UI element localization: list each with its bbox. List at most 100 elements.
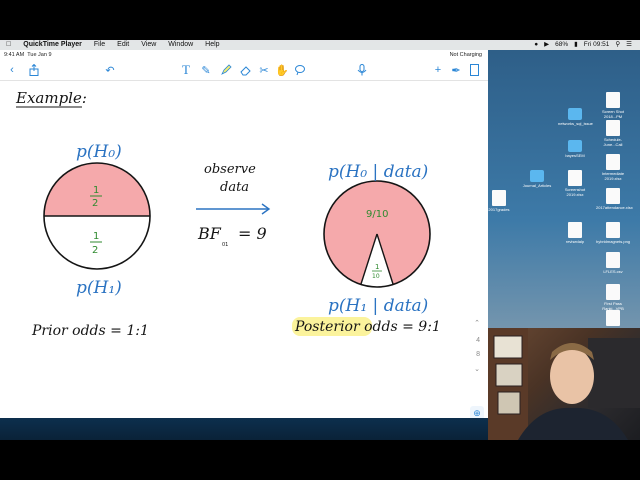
desktop-icon[interactable]: First Pass Ranki...VPB [596, 284, 630, 311]
file-icon [606, 284, 620, 300]
battery-percent[interactable]: 68% [555, 40, 568, 50]
posterior-small-num: 1 [375, 263, 379, 271]
text-tool-icon[interactable]: T [178, 62, 194, 78]
screen:  QuickTime Player File Edit View Window… [0, 40, 640, 440]
note-heading: Example: [15, 89, 87, 107]
device-time: 9:41 AM [4, 52, 25, 58]
file-icon [568, 170, 582, 186]
desktop-icon-label: bayesSEM [565, 153, 585, 158]
eraser-icon[interactable] [238, 62, 254, 78]
desktop-icon[interactable]: Journal_Articles [520, 170, 554, 188]
pen-icon[interactable]: ✎ [198, 62, 214, 78]
bf-value: = 9 [238, 224, 267, 243]
desktop-icon-label: networks_sql_issue [558, 121, 593, 126]
prior-bottom-den: 2 [92, 245, 98, 256]
folder-icon [568, 108, 582, 120]
posterior-h1-label: p(H₁ | data) [328, 296, 428, 316]
apple-icon[interactable]:  [0, 40, 17, 50]
desktop-icon[interactable]: revisedalp [558, 222, 592, 244]
menu-file[interactable]: File [88, 40, 111, 50]
file-icon [606, 92, 620, 108]
desktop-icon[interactable]: 2017attendance.xlsx [596, 188, 633, 210]
observe-arrow [196, 203, 271, 215]
search-icon[interactable]: ⚲ [615, 40, 620, 50]
folder-icon [530, 170, 544, 182]
desktop-icon-label: Schedule-June...Call [603, 137, 623, 147]
scroll-down-icon[interactable]: ⌄ [474, 365, 480, 373]
bf-subscript: 01 [222, 242, 228, 248]
lasso-icon[interactable] [292, 62, 308, 78]
desktop-icon[interactable]: Screenshot 2019.xlsx [558, 170, 592, 197]
menu-view[interactable]: View [135, 40, 162, 50]
desktop-icon-label: 2017grades [488, 207, 510, 212]
file-icon [606, 154, 620, 170]
app-menu[interactable]: QuickTime Player [17, 40, 88, 50]
scissors-icon[interactable]: ✂ [256, 62, 272, 78]
desktop-icon-label: Screen Shot 2018...PM [601, 109, 624, 119]
battery-icon[interactable]: ▮ [574, 40, 578, 50]
file-icon [606, 252, 620, 268]
menu-help[interactable]: Help [199, 40, 225, 50]
posterior-odds: Posterior odds = 9:1 [294, 319, 441, 335]
prior-odds: Prior odds = 1:1 [31, 323, 149, 339]
folder-icon [568, 140, 582, 152]
page-number-total: 8 [476, 351, 480, 358]
clock[interactable]: Fri 09:51 [584, 40, 610, 50]
menu-window[interactable]: Window [162, 40, 199, 50]
prior-top-den: 2 [92, 198, 98, 209]
bf-label: BF [197, 224, 222, 243]
desktop-icon-label: hybridmagnets.png [596, 239, 631, 244]
posterior-big-fraction: 9/10 [366, 209, 388, 220]
prior-bottom-num: 1 [93, 231, 99, 242]
menu-edit[interactable]: Edit [111, 40, 135, 50]
desktop-icon[interactable]: 2017grades [482, 190, 516, 212]
desktop-icon[interactable]: hybridmagnets.png [596, 222, 630, 244]
desktop-icon[interactable]: Screen Shot 2018...PM [596, 92, 630, 119]
arrow-label-data: data [220, 180, 249, 195]
posterior-h0-label: p(H₀ | data) [328, 162, 428, 182]
add-icon[interactable]: + [430, 62, 446, 78]
file-icon [606, 222, 620, 238]
desktop-icon[interactable]: Schedule-June...Call [596, 120, 630, 147]
desktop-icon[interactable]: LFLES.csv [596, 252, 630, 274]
desktop-icon-label: LFLES.csv [603, 269, 623, 274]
undo-icon[interactable]: ↶ [102, 62, 118, 78]
dock-strip [0, 418, 488, 440]
device-status-bar: 9:41 AM Tue Jan 9 Not Charging [0, 50, 488, 60]
desktop-icon[interactable]: networks_sql_issue [558, 108, 593, 126]
desktop-icon[interactable]: Intermediate 2019.xlsx [596, 154, 630, 181]
prior-h1-label: p(H₁) [76, 278, 122, 298]
note-canvas[interactable]: Example: p(H₀) 1 2 1 2 p(H₁) Prior odds … [0, 81, 488, 426]
desktop-icon-label: Journal_Articles [522, 183, 552, 188]
microphone-icon[interactable] [354, 62, 370, 78]
share-icon[interactable] [26, 62, 42, 78]
device-date: Tue Jan 9 [27, 52, 52, 58]
file-icon [606, 120, 620, 136]
file-icon [568, 222, 582, 238]
menu-bar:  QuickTime Player File Edit View Window… [0, 40, 640, 50]
back-icon[interactable]: ‹ [4, 62, 20, 78]
file-icon [606, 310, 620, 326]
control-center-icon[interactable]: ☰ [626, 40, 632, 50]
highlighter-icon[interactable] [218, 62, 234, 78]
desktop-icon-label: revisedalp [565, 239, 585, 244]
notes-toolbar: ‹ ↶ T ✎ ✂ ✋ + ✒ [0, 60, 488, 81]
posterior-small-den: 10 [372, 273, 380, 280]
hand-icon[interactable]: ✋ [274, 62, 290, 78]
desktop-icon[interactable]: bayesSEM [558, 140, 592, 158]
arrow-label-observe: observe [204, 162, 256, 177]
device-battery-status: Not Charging [449, 52, 482, 58]
wifi-icon[interactable]: ● [534, 40, 538, 50]
webcam-overlay [488, 328, 640, 440]
page-number-current: 4 [476, 337, 480, 344]
volume-icon[interactable]: ▶ [544, 40, 549, 50]
file-icon [606, 188, 620, 204]
page-view-icon[interactable] [466, 62, 482, 78]
prior-h0-label: p(H₀) [76, 142, 122, 162]
scroll-up-icon[interactable]: ⌃ [474, 319, 480, 327]
prior-top-num: 1 [93, 185, 99, 196]
desktop-icon-label: Intermediate 2019.xlsx [601, 171, 625, 181]
desktop-icon-label: Screenshot 2019.xlsx [564, 187, 586, 197]
desktop-icon-label: 2017attendance.xlsx [596, 205, 633, 210]
pen-settings-icon[interactable]: ✒ [448, 62, 464, 78]
